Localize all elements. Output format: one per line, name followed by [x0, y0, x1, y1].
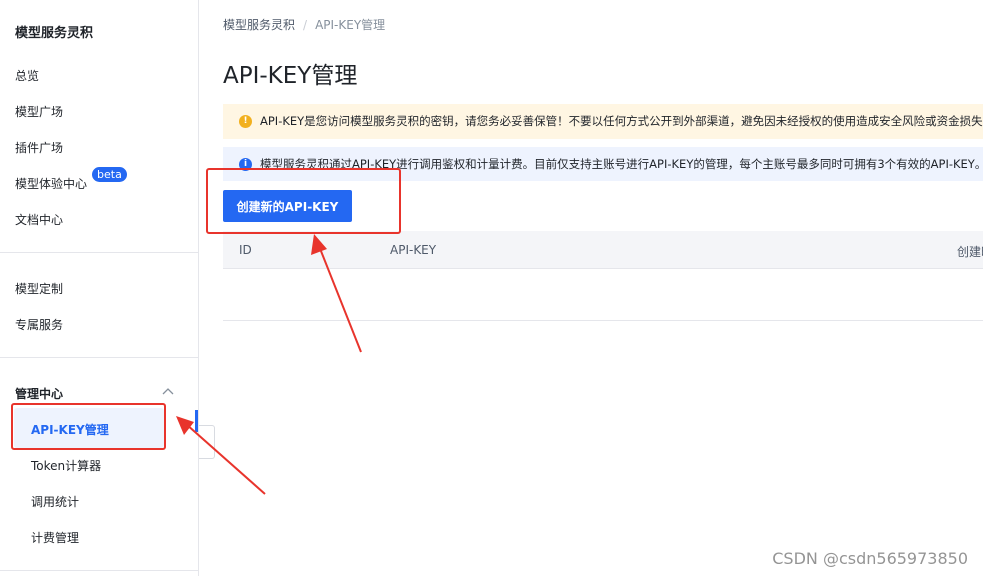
sidebar-group-management[interactable]: 管理中心	[15, 385, 63, 402]
sidebar-collapse-handle[interactable]	[199, 425, 215, 459]
beta-badge: beta	[92, 167, 127, 182]
sidebar-divider	[0, 357, 198, 358]
sidebar-brand: 模型服务灵积	[15, 26, 94, 41]
sidebar-divider	[0, 570, 198, 571]
warning-icon: !	[239, 115, 252, 128]
annotation-box-api-key-menu	[11, 403, 166, 450]
column-header-id: ID	[239, 243, 252, 257]
sidebar: 模型服务灵积 总览 模型广场 插件广场 模型体验中心 beta 文档中心 模型定…	[0, 0, 199, 576]
sidebar-item-overview[interactable]: 总览	[15, 67, 39, 84]
breadcrumb-root[interactable]: 模型服务灵积	[223, 18, 295, 32]
table-empty-body	[223, 320, 983, 321]
table-header: ID API-KEY 创建时间	[223, 231, 983, 269]
watermark: CSDN @csdn565973850	[772, 549, 968, 568]
sidebar-item-token-calculator[interactable]: Token计算器	[31, 457, 101, 474]
warning-text: API-KEY是您访问模型服务灵积的密钥，请您务必妥善保管！不要以任何方式公开到…	[260, 114, 983, 128]
sidebar-item-usage-stats[interactable]: 调用统计	[31, 493, 79, 510]
sidebar-item-model-custom[interactable]: 模型定制	[15, 280, 63, 297]
warning-alert: ! API-KEY是您访问模型服务灵积的密钥，请您务必妥善保管！不要以任何方式公…	[223, 104, 983, 139]
chevron-up-icon[interactable]	[161, 386, 175, 396]
page-title: API-KEY管理	[223, 63, 358, 89]
sidebar-item-model-square[interactable]: 模型广场	[15, 103, 63, 120]
column-header-created-time: 创建时间	[957, 245, 983, 259]
active-indicator	[195, 410, 198, 432]
breadcrumb-current: API-KEY管理	[315, 18, 386, 32]
annotation-box-create-button	[206, 168, 401, 234]
sidebar-item-plugin-square[interactable]: 插件广场	[15, 139, 63, 156]
sidebar-divider	[0, 252, 198, 253]
breadcrumb: 模型服务灵积 / API-KEY管理	[223, 16, 385, 33]
sidebar-item-billing[interactable]: 计费管理	[31, 529, 79, 546]
column-header-api-key: API-KEY	[390, 243, 437, 257]
sidebar-item-dedicated-service[interactable]: 专属服务	[15, 316, 63, 333]
sidebar-item-docs[interactable]: 文档中心	[15, 211, 63, 228]
sidebar-item-model-experience[interactable]: 模型体验中心	[15, 175, 87, 192]
breadcrumb-separator: /	[303, 18, 308, 32]
